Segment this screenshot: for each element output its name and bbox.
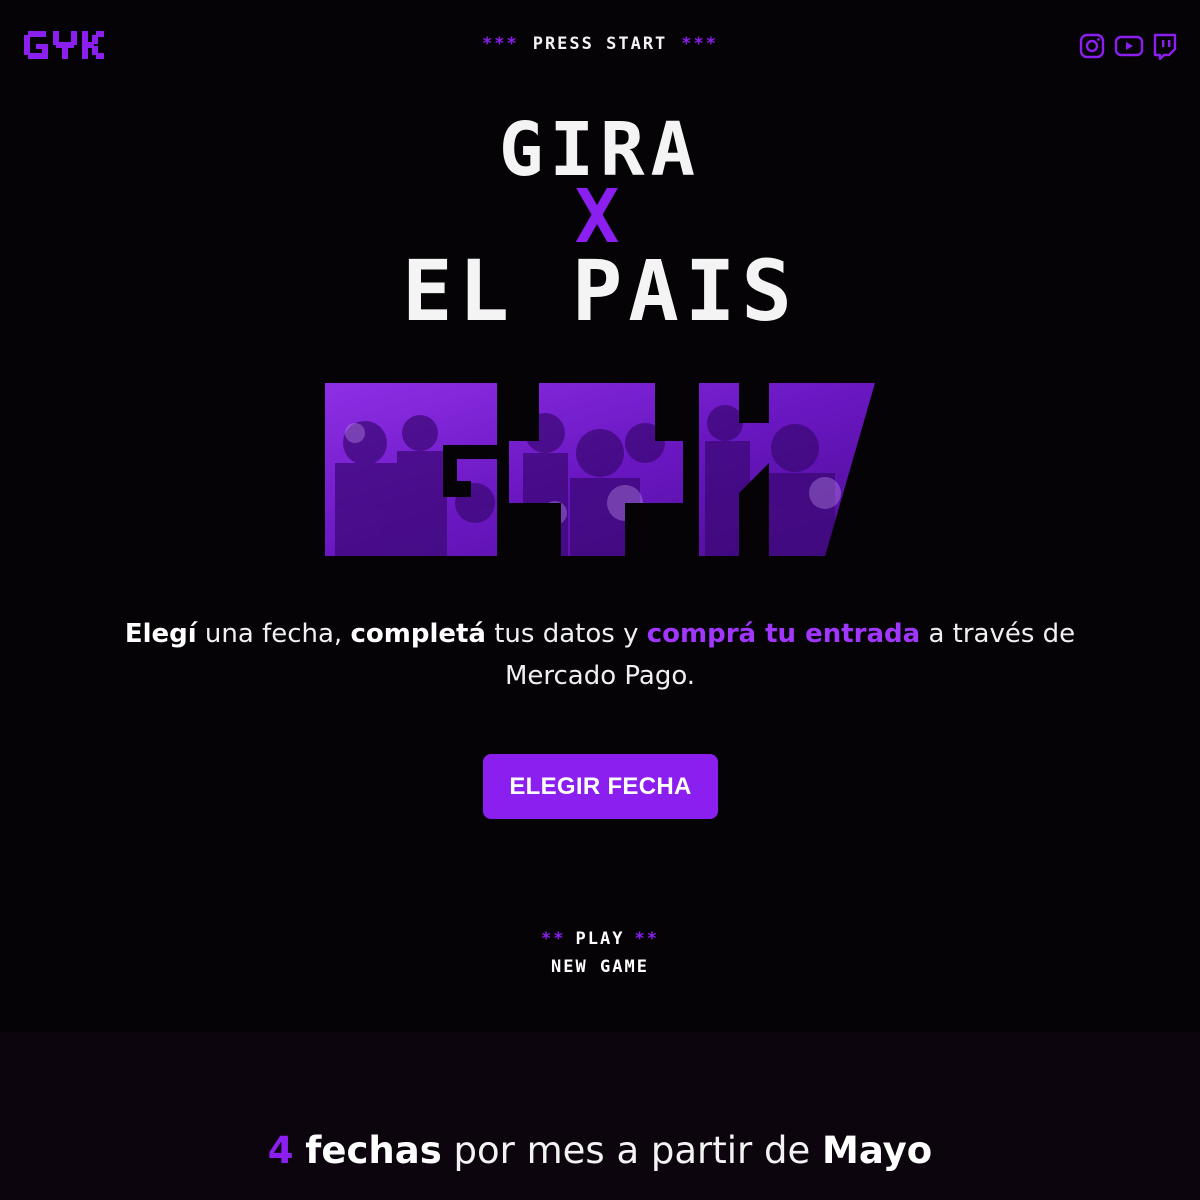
play-stars-left: ** xyxy=(541,929,566,949)
intro-bold-3: completá xyxy=(350,619,486,649)
dates-section xyxy=(0,1032,1200,1200)
intro-accent-link: comprá tu entrada xyxy=(646,619,921,649)
youtube-icon[interactable] xyxy=(1112,32,1144,60)
intro-bold-1: Elegí xyxy=(124,619,197,649)
dates-heading: 4 fechas por mes a partir de Mayo xyxy=(0,1128,1200,1174)
play-stars-right: ** xyxy=(634,929,659,949)
new-game-menu-item[interactable]: NEW GAME xyxy=(0,957,1200,977)
dates-month: Mayo xyxy=(822,1129,933,1172)
twitch-icon[interactable] xyxy=(1150,32,1178,60)
intro-text-2: una fecha, xyxy=(196,619,351,649)
gyk-photo-letters xyxy=(325,383,875,556)
instagram-icon[interactable] xyxy=(1078,32,1106,60)
play-label: PLAY xyxy=(575,929,625,949)
intro-text-4: tus datos y xyxy=(485,619,647,649)
choose-date-button[interactable]: ELEGIR FECHA xyxy=(483,754,718,819)
dates-middle: por mes a partir de xyxy=(441,1129,823,1172)
landing-page: *** PRESS START *** GIRA X EL PAIS Elegí… xyxy=(0,0,1200,1200)
press-start-stars-right: *** xyxy=(681,34,719,54)
intro-text: Elegí una fecha, completá tus datos y co… xyxy=(100,613,1100,697)
social-links xyxy=(1078,32,1178,60)
press-start-stars-left: *** xyxy=(481,34,519,54)
hero-title-line-2: EL PAIS xyxy=(401,242,798,340)
dates-count: 4 xyxy=(267,1129,294,1172)
press-start-label: PRESS START xyxy=(532,34,668,54)
play-menu-item[interactable]: ** PLAY ** xyxy=(0,929,1200,949)
dates-word: fechas xyxy=(305,1129,442,1172)
press-start-banner: *** PRESS START *** xyxy=(0,34,1200,54)
